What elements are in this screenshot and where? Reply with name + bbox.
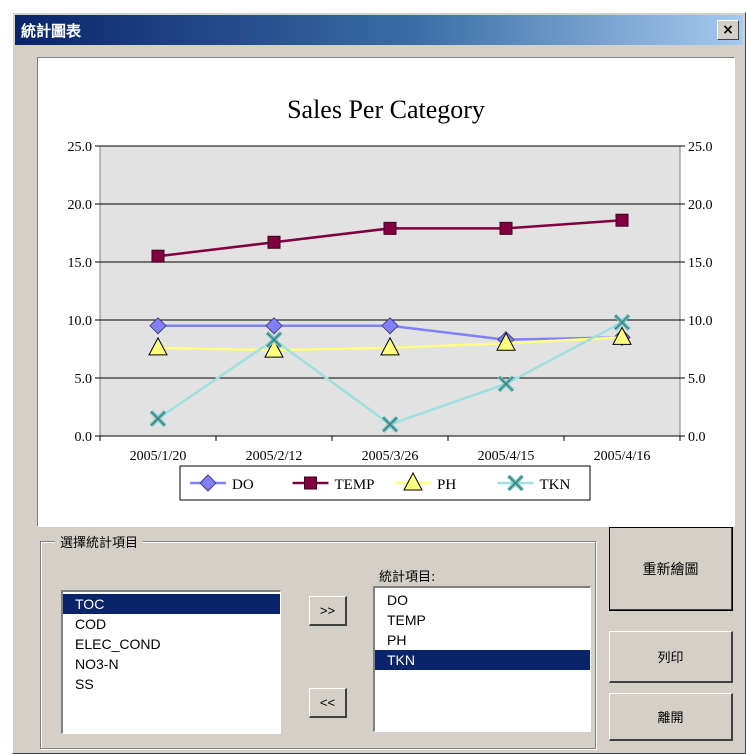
point-temp <box>151 249 165 263</box>
print-button[interactable]: 列印 <box>609 631 733 683</box>
stats-list-item[interactable]: TKN <box>375 650 590 670</box>
y-tick-label-right: 5.0 <box>688 372 706 387</box>
stats-list-item[interactable]: DO <box>375 590 590 610</box>
close-icon[interactable]: × <box>717 20 739 40</box>
available-items-list[interactable]: TOC COD ELEC_COND NO3-N SS <box>61 590 281 734</box>
y-tick-label-right: 15.0 <box>688 256 713 271</box>
available-list-item[interactable]: SS <box>63 674 280 694</box>
point-temp <box>499 221 513 235</box>
y-tick-label-right: 10.0 <box>688 314 713 329</box>
x-tick-label: 2005/4/16 <box>594 449 651 464</box>
x-tick-label: 2005/1/20 <box>130 449 187 464</box>
chart-window: 統計圖表 × Sales Per Category 0.0 0.0 5.0 5.0 10.… <box>12 12 746 754</box>
stats-items-list[interactable]: DO TEMP PH TKN <box>373 586 591 732</box>
y-tick-label-right: 0.0 <box>688 430 706 445</box>
point-temp <box>267 235 281 249</box>
available-list-item[interactable]: NO3-N <box>63 654 280 674</box>
x-tick-label: 2005/3/26 <box>362 449 419 464</box>
legend-label-ph: PH <box>437 477 456 493</box>
legend-label-do: DO <box>232 477 254 493</box>
legend-marker-temp <box>304 476 317 490</box>
available-list-item[interactable]: TOC <box>63 594 280 614</box>
y-tick-label: 0.0 <box>75 430 93 445</box>
chart-title: Sales Per Category <box>287 95 485 124</box>
y-tick-label-right: 25.0 <box>688 140 713 155</box>
y-tick-label: 5.0 <box>75 372 93 387</box>
redraw-button[interactable]: 重新繪圖 <box>609 527 733 611</box>
point-temp <box>383 221 397 235</box>
window-title: 統計圖表 <box>21 22 82 40</box>
stats-list-item[interactable]: PH <box>375 630 590 650</box>
point-temp <box>615 213 629 227</box>
y-tick-label: 25.0 <box>68 140 93 155</box>
x-tick-label: 2005/4/15 <box>478 449 535 464</box>
chart-panel: Sales Per Category 0.0 0.0 5.0 5.0 10.0 10.0 15… <box>37 57 735 527</box>
title-bar[interactable]: 統計圖表 × <box>15 15 743 45</box>
legend-label-tkn: TKN <box>540 477 571 493</box>
stats-items-label: 統計項目: <box>379 570 436 585</box>
y-tick-label-right: 20.0 <box>688 198 713 213</box>
line-chart: Sales Per Category 0.0 0.0 5.0 5.0 10.0 10.0 15… <box>68 95 713 501</box>
y-tick-label: 20.0 <box>68 198 93 213</box>
exit-button[interactable]: 離開 <box>609 693 733 741</box>
add-item-button[interactable]: >> <box>309 596 347 626</box>
select-stats-group: 選擇統計項目 TOC COD ELEC_COND NO3-N SS >> << 統計項目… <box>40 532 596 749</box>
plot-area <box>99 145 681 437</box>
y-tick-label: 10.0 <box>68 314 93 329</box>
available-list-item[interactable]: COD <box>63 614 280 634</box>
group-label: 選擇統計項目 <box>55 532 144 551</box>
available-list-item[interactable]: ELEC_COND <box>63 634 280 654</box>
stats-list-item[interactable]: TEMP <box>375 610 590 630</box>
remove-item-button[interactable]: << <box>309 688 347 718</box>
x-tick-label: 2005/2/12 <box>246 449 303 464</box>
legend-label-temp: TEMP <box>335 477 375 493</box>
y-tick-label: 15.0 <box>68 256 93 271</box>
